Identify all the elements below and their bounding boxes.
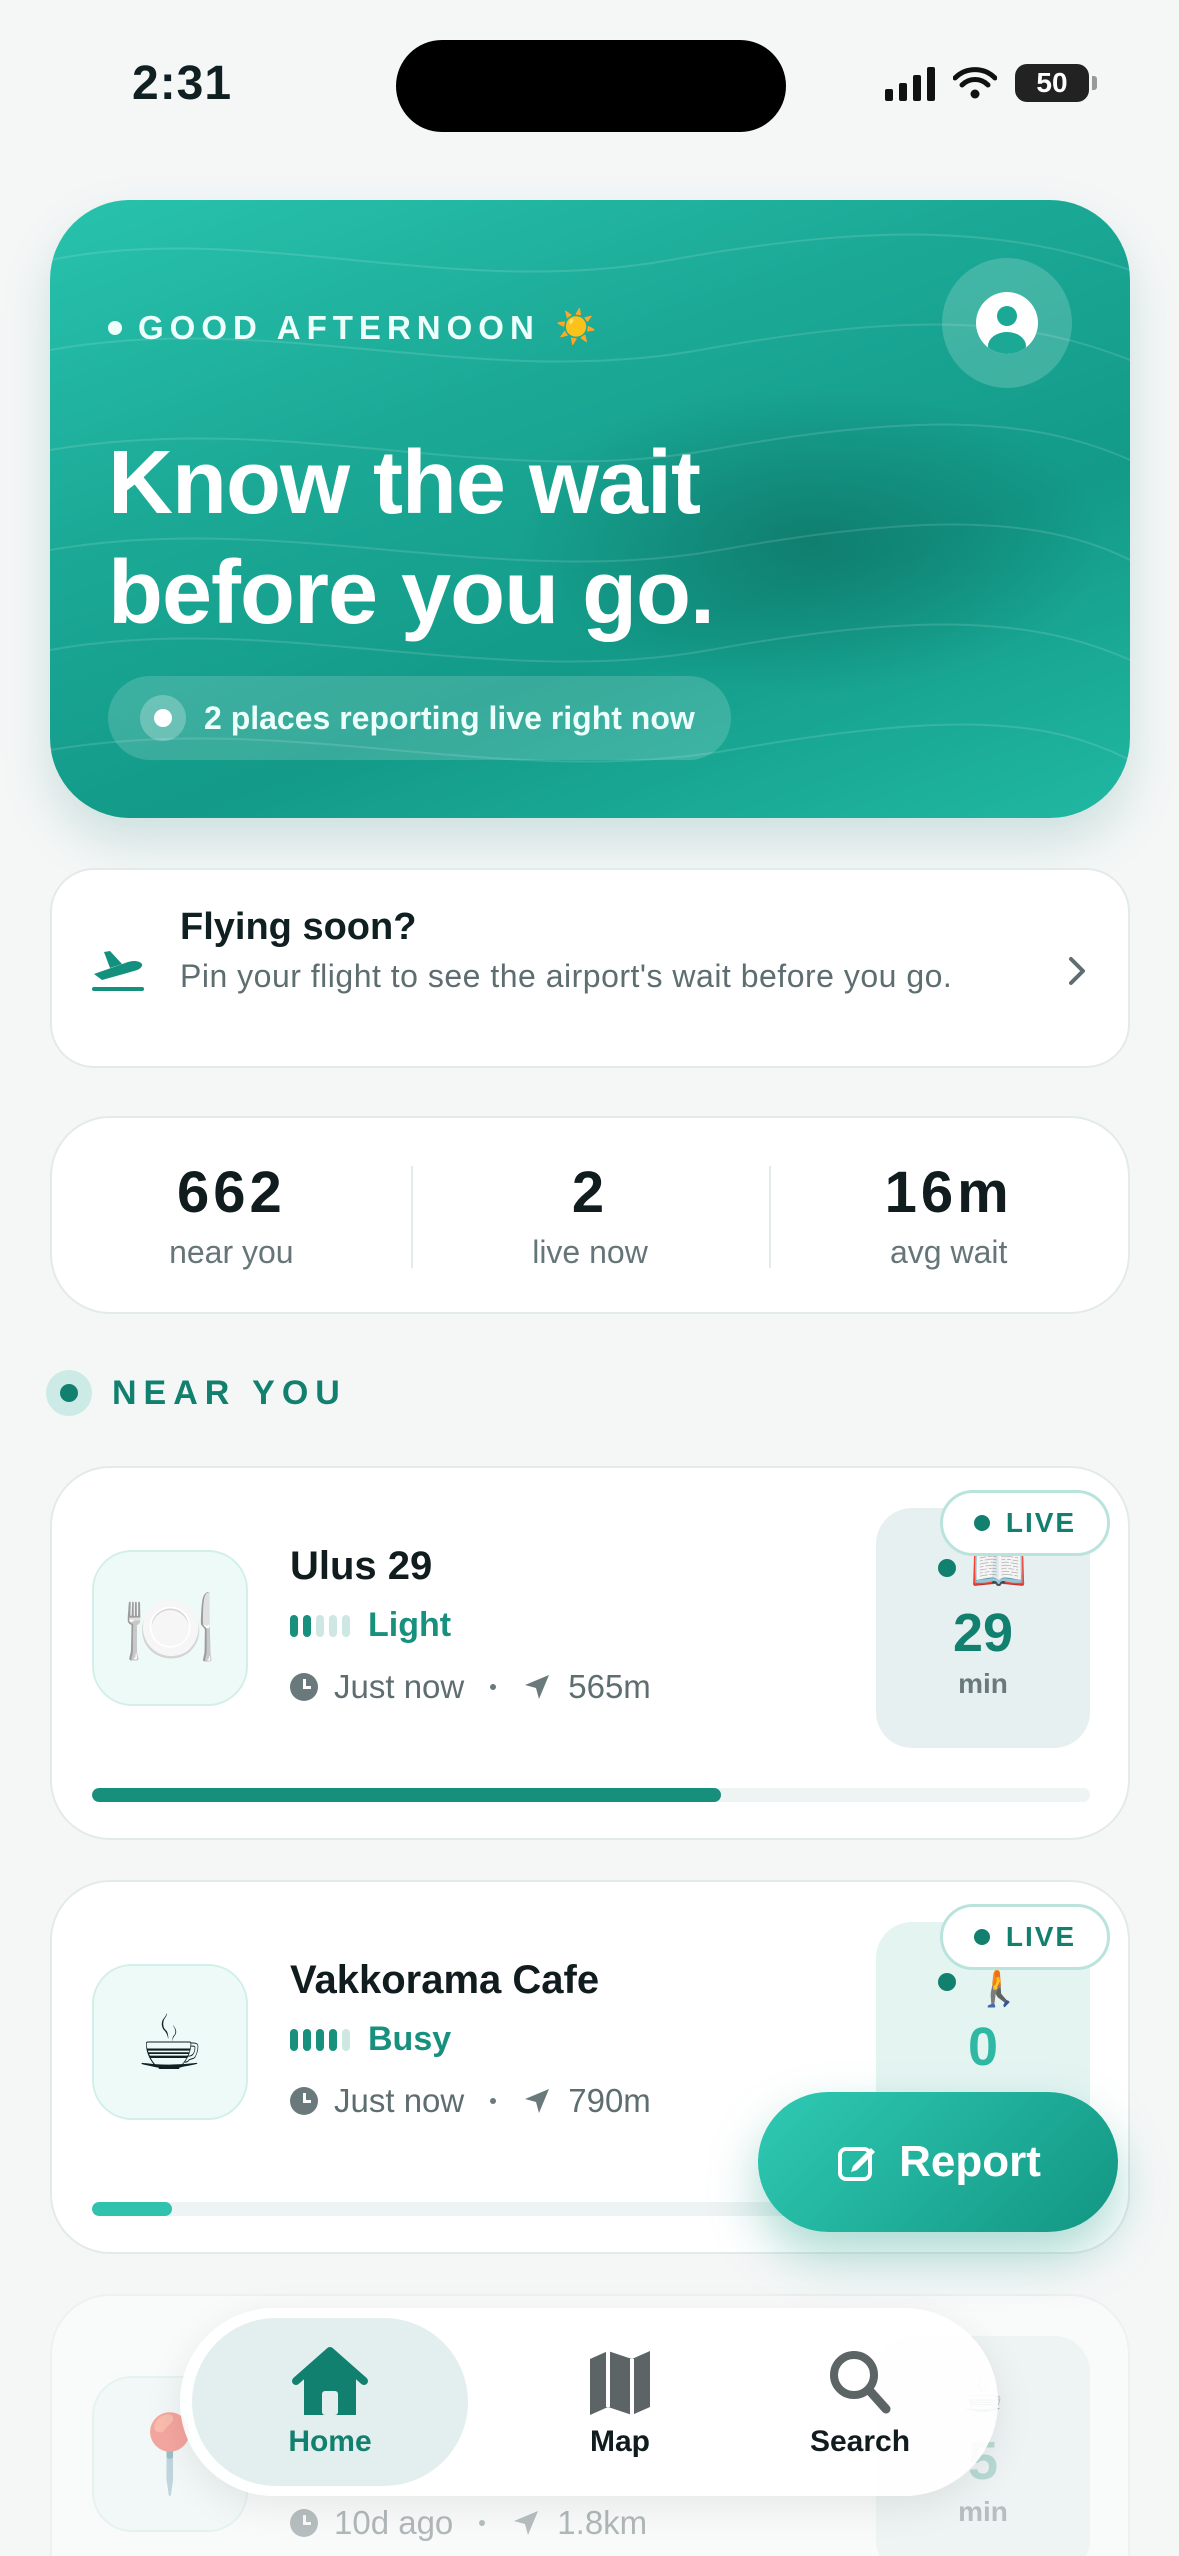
status-dot xyxy=(938,1559,957,1577)
wifi-icon xyxy=(953,67,997,99)
place-distance: 565m xyxy=(568,1668,651,1705)
airplane-takeoff-icon xyxy=(92,951,144,991)
clock-icon xyxy=(290,2087,318,2115)
progress-fill xyxy=(92,2202,172,2216)
live-badge: LIVE xyxy=(940,1904,1110,1970)
place-name: Ulus 29 xyxy=(290,1544,433,1588)
report-time: 10d ago xyxy=(334,2504,454,2541)
profile-button[interactable] xyxy=(942,258,1072,388)
wait-minutes: 29 xyxy=(952,1603,1014,1663)
live-indicator-icon xyxy=(140,695,186,741)
status-icons: 50 xyxy=(885,64,1097,102)
place-meta: Just now 565m xyxy=(290,1668,651,1706)
separator-dot xyxy=(479,2520,486,2526)
place-meta: Just now 790m xyxy=(290,2082,651,2120)
home-icon xyxy=(292,2347,368,2415)
tab-search[interactable]: Search xyxy=(760,2318,960,2486)
report-time: Just now xyxy=(334,1668,465,1705)
section-header-near-you: NEAR YOU xyxy=(46,1370,347,1416)
bottom-tab-bar: Home Map Search xyxy=(180,2308,998,2496)
live-badge-text: LIVE xyxy=(1005,1921,1077,1952)
live-badge-text: LIVE xyxy=(1005,1507,1077,1538)
busyness-indicator: Busy xyxy=(290,2020,451,2059)
busyness-label: Light xyxy=(368,1606,452,1644)
progress-fill xyxy=(92,1788,721,1802)
place-category-icon: 🍽️ xyxy=(92,1550,248,1706)
greeting-label: GOOD AFTERNOON ☀️ xyxy=(108,308,597,347)
busyness-bars-icon xyxy=(290,1614,350,1637)
stat-label: avg wait xyxy=(889,1234,1008,1270)
status-time: 2:31 xyxy=(132,57,233,110)
tab-label: Home xyxy=(288,2425,372,2458)
tab-label: Search xyxy=(809,2425,911,2458)
report-button-label: Report xyxy=(899,2137,1041,2186)
user-avatar-icon xyxy=(976,292,1038,354)
separator-dot xyxy=(490,1684,497,1690)
report-button[interactable]: Report xyxy=(758,2092,1118,2232)
tab-map[interactable]: Map xyxy=(540,2318,700,2486)
edit-icon xyxy=(838,2147,876,2181)
flight-pin-card[interactable]: Flying soon? Pin your flight to see the … xyxy=(50,868,1130,1068)
live-reports-text: 2 places reporting live right now xyxy=(204,699,695,736)
location-arrow-icon xyxy=(525,2089,550,2113)
greeting-dot xyxy=(108,320,122,335)
place-meta: 10d ago 1.8km xyxy=(290,2504,647,2542)
place-distance: 1.8km xyxy=(557,2504,648,2541)
place-name: Vakkorama Cafe xyxy=(290,1958,600,2002)
hero-banner: GOOD AFTERNOON ☀️ Know the wait before y… xyxy=(50,200,1130,818)
wait-progress-bar xyxy=(92,1788,1090,1802)
search-icon xyxy=(830,2351,891,2414)
chevron-right-icon xyxy=(1069,957,1085,985)
wait-unit: min xyxy=(958,2496,1008,2527)
report-time: Just now xyxy=(334,2082,465,2119)
flight-title: Flying soon? xyxy=(180,906,417,948)
hero-title: Know the wait before you go. xyxy=(108,433,715,643)
stat-label: live now xyxy=(532,1234,648,1270)
clock-icon xyxy=(290,1673,318,1701)
tab-home[interactable]: Home xyxy=(192,2318,468,2486)
map-icon xyxy=(590,2351,650,2415)
wait-minutes: 0 xyxy=(967,2017,999,2077)
stat-value: 2 xyxy=(571,1160,609,1225)
busyness-indicator: Light xyxy=(290,1606,451,1645)
flight-subtitle: Pin your flight to see the airport's wai… xyxy=(180,958,953,994)
dynamic-island xyxy=(396,40,786,132)
wait-unit: min xyxy=(958,1668,1008,1699)
busyness-label: Busy xyxy=(368,2020,452,2058)
location-arrow-icon xyxy=(514,2511,539,2535)
stat-live-now: 2 live now xyxy=(410,1118,770,1312)
live-dot-icon xyxy=(973,1515,990,1531)
tab-label: Map xyxy=(590,2425,650,2458)
stats-summary: 662 near you 2 live now 16m avg wait xyxy=(50,1116,1130,1314)
location-arrow-icon xyxy=(525,1675,550,1699)
stat-value: 662 xyxy=(176,1160,286,1225)
separator-dot xyxy=(490,2098,497,2104)
section-title: NEAR YOU xyxy=(112,1373,347,1412)
cellular-signal-icon xyxy=(885,65,935,101)
battery-icon: 50 xyxy=(1015,64,1097,102)
place-distance: 790m xyxy=(568,2082,651,2119)
section-dot-icon xyxy=(46,1370,92,1416)
busyness-bars-icon xyxy=(290,2028,350,2051)
status-bar: 2:31 50 xyxy=(0,0,1179,150)
live-reports-pill: 2 places reporting live right now xyxy=(108,676,731,760)
stat-near-you: 662 near you xyxy=(52,1118,411,1312)
sun-icon: ☀️ xyxy=(555,308,597,345)
place-category-icon: ☕ xyxy=(92,1964,248,2120)
live-badge: LIVE xyxy=(940,1490,1110,1556)
greeting-text: GOOD AFTERNOON xyxy=(138,308,540,346)
stat-label: near you xyxy=(169,1234,294,1270)
clock-icon xyxy=(290,2509,318,2537)
stat-avg-wait: 16m avg wait xyxy=(769,1118,1128,1312)
place-card[interactable]: 🍽️ Ulus 29 Light Just now 565m 📖 29 min … xyxy=(50,1466,1130,1840)
stat-value: 16m xyxy=(884,1160,1013,1225)
live-dot-icon xyxy=(973,1929,990,1945)
status-dot xyxy=(938,1973,957,1991)
